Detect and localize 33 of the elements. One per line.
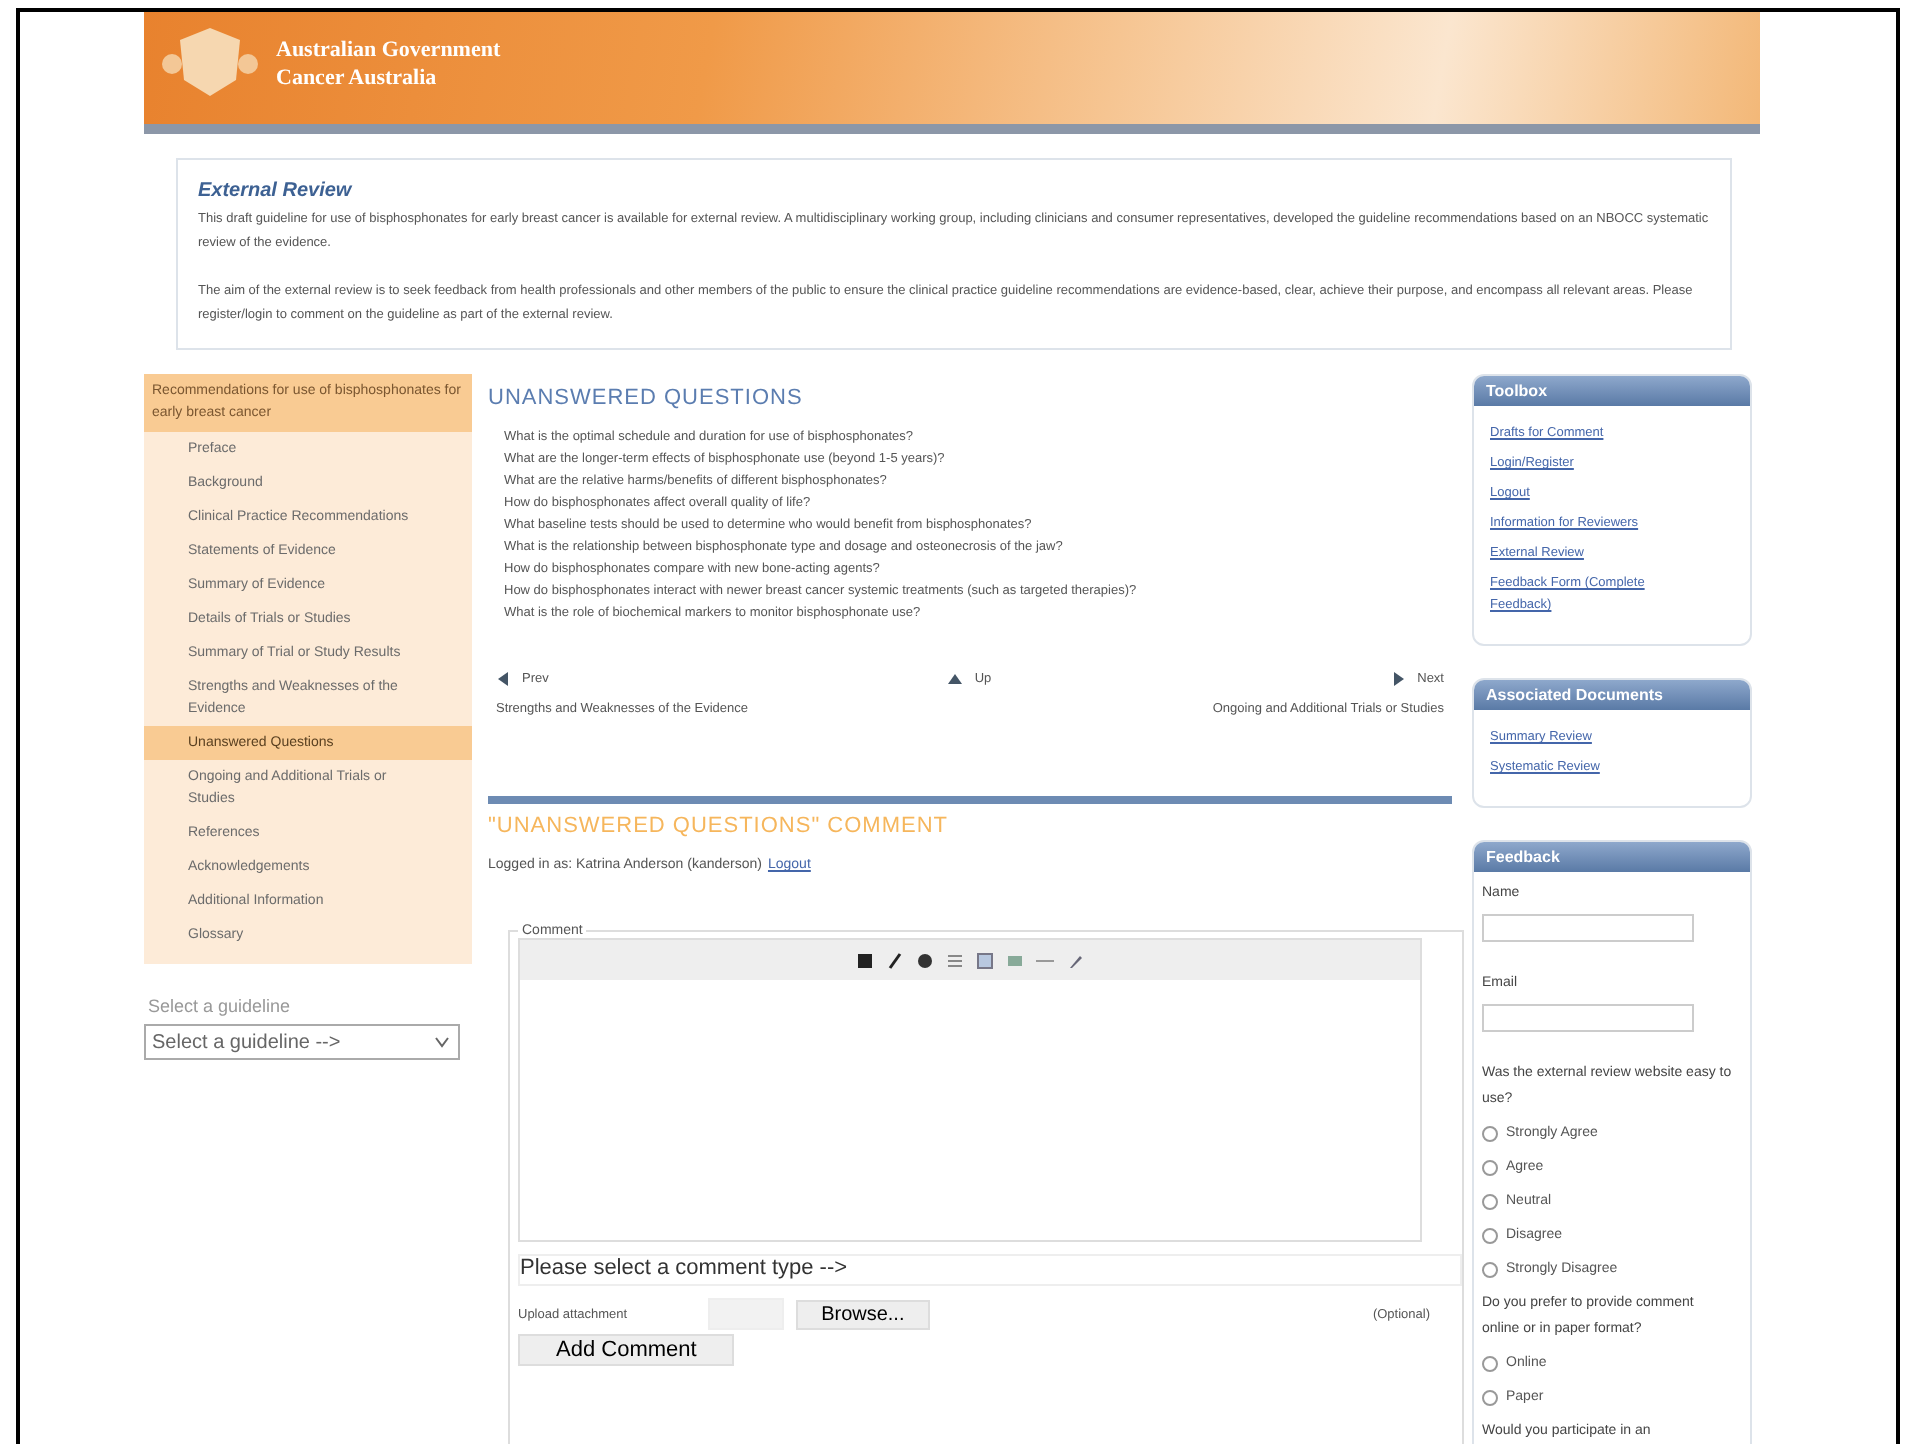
- radio-button[interactable]: [1482, 1125, 1498, 1141]
- radio-button[interactable]: [1482, 1159, 1498, 1175]
- radio-button[interactable]: [1482, 1355, 1498, 1371]
- image-icon[interactable]: [1006, 951, 1024, 969]
- square-icon[interactable]: [856, 951, 874, 969]
- browse-button[interactable]: Browse...: [795, 1299, 931, 1329]
- comment-title: "UNANSWERED QUESTIONS" COMMENT: [488, 814, 950, 838]
- panel-title: Toolbox: [1474, 376, 1750, 406]
- slash-icon[interactable]: [886, 951, 904, 969]
- guideline-label: Select a guideline: [148, 996, 293, 1016]
- right-arrow-icon: [1391, 672, 1406, 686]
- up-arrow-icon: [948, 672, 963, 686]
- agency-name: Cancer Australia: [276, 66, 439, 90]
- circle-icon[interactable]: [916, 951, 934, 969]
- panel-title: Associated Documents: [1474, 680, 1750, 710]
- radio-button[interactable]: [1482, 1193, 1498, 1209]
- intro-title: External Review: [198, 180, 354, 202]
- radio-button[interactable]: [1482, 1389, 1498, 1405]
- grid-icon[interactable]: [976, 951, 994, 969]
- guideline-select[interactable]: Select a guideline -->: [144, 1024, 460, 1060]
- email-field[interactable]: [1482, 1004, 1694, 1032]
- left-arrow-icon: [496, 672, 510, 686]
- list-icon[interactable]: [946, 951, 964, 969]
- section-title: UNANSWERED QUESTIONS: [488, 386, 805, 410]
- name-field[interactable]: [1482, 914, 1694, 942]
- comment-type-select[interactable]: Please select a comment type -->: [518, 1254, 1462, 1286]
- government-name: Australian Government: [276, 38, 501, 62]
- radio-button[interactable]: [1482, 1227, 1498, 1243]
- dropdown-icon: [432, 1032, 452, 1052]
- radio-button[interactable]: [1482, 1261, 1498, 1277]
- pencil-icon[interactable]: [1066, 951, 1084, 969]
- panel-title: Feedback: [1474, 842, 1750, 872]
- add-comment-button[interactable]: Add Comment: [518, 1334, 735, 1366]
